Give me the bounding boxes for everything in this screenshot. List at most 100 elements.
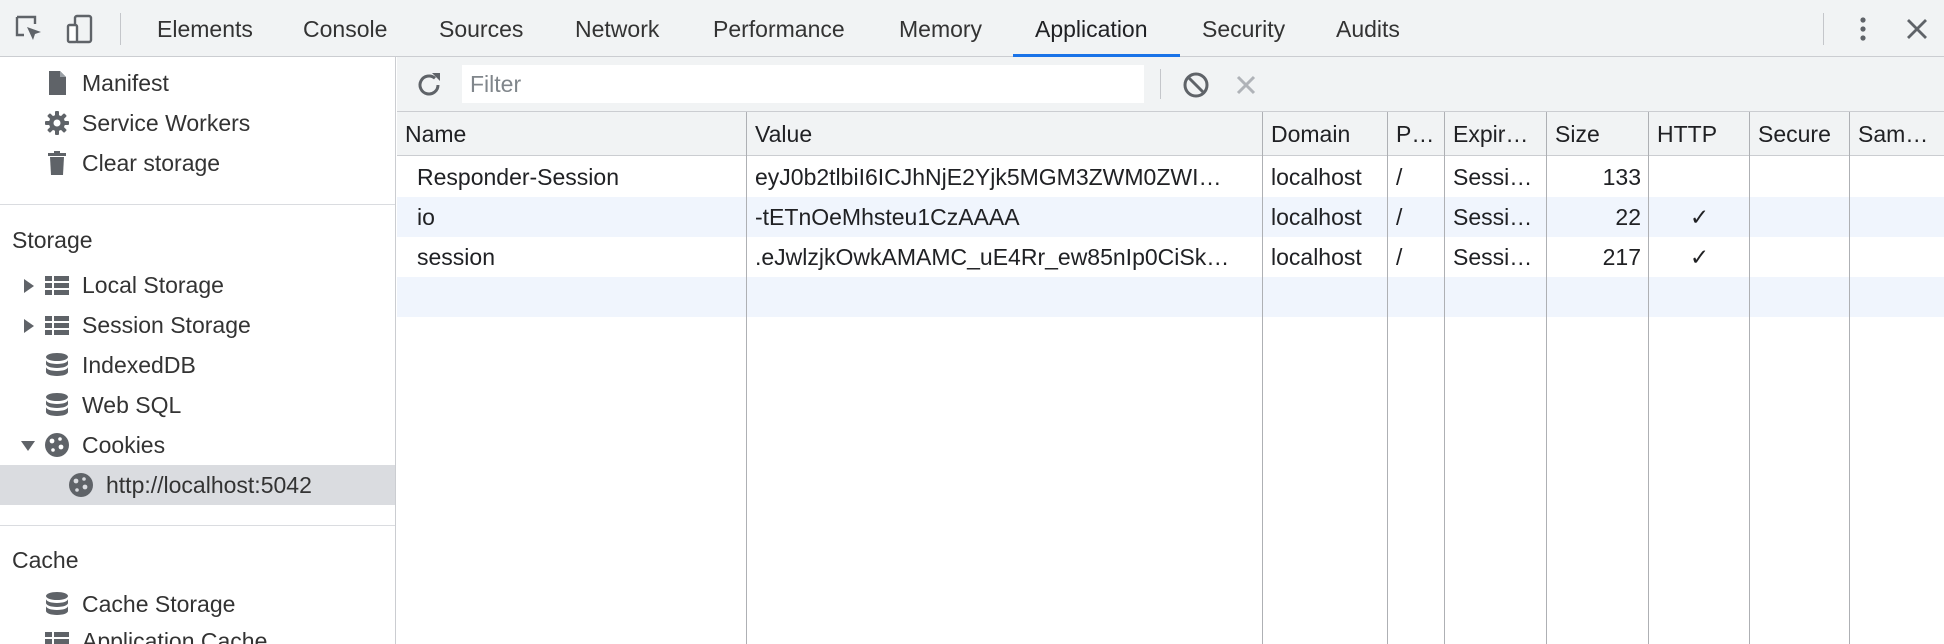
- column-header-value[interactable]: Value: [747, 112, 1263, 156]
- sidebar-item-service-workers[interactable]: Service Workers: [0, 103, 395, 143]
- cookie-http-only: ✓: [1689, 204, 1710, 230]
- sidebar-item-cache-storage[interactable]: Cache Storage: [0, 584, 395, 624]
- column-divider[interactable]: [1749, 112, 1750, 644]
- table-row[interactable]: session .eJwlzjkOwkAMAMC_uE4Rr_ew85nIp0C…: [397, 237, 1944, 277]
- sidebar-item-manifest[interactable]: Manifest: [0, 63, 395, 103]
- cookie-icon: [44, 432, 70, 458]
- cookie-path: /: [1396, 244, 1403, 270]
- cookie-value: .eJwlzjkOwkAMAMC_uE4Rr_ew85nIp0CiSk…: [755, 244, 1230, 270]
- sidebar-item-clear-storage[interactable]: Clear storage: [0, 143, 395, 183]
- sidebar-item-local-storage[interactable]: Local Storage: [0, 265, 395, 305]
- column-header-path[interactable]: P…: [1388, 112, 1445, 156]
- cookie-domain: localhost: [1271, 204, 1362, 230]
- column-divider[interactable]: [1444, 112, 1445, 644]
- column-divider[interactable]: [1546, 112, 1547, 644]
- sidebar-item-label: Web SQL: [82, 392, 182, 418]
- toolbar-divider: [1160, 69, 1161, 99]
- sidebar-item-label: Local Storage: [82, 272, 224, 298]
- column-header-size[interactable]: Size: [1547, 112, 1649, 156]
- cookie-value: -tETnOeMhsteu1CzAAAA: [755, 204, 1020, 230]
- expand-arrow-icon[interactable]: [24, 279, 34, 293]
- storage-section-heading: Storage: [12, 227, 93, 253]
- tab-elements[interactable]: Elements: [157, 0, 253, 57]
- sidebar-item-label: Service Workers: [82, 110, 251, 136]
- table-header: Name Value Domain P… Expir… Size HTTP Se…: [397, 112, 1944, 156]
- column-divider[interactable]: [1648, 112, 1649, 644]
- sidebar-item-label: Application Cache: [82, 628, 268, 644]
- database-icon: [44, 591, 70, 617]
- cookie-name: io: [417, 204, 435, 230]
- cookie-name: session: [417, 244, 495, 270]
- tab-console[interactable]: Console: [303, 0, 387, 57]
- cache-section-heading: Cache: [12, 547, 79, 573]
- device-toolbar-icon[interactable]: [66, 14, 96, 44]
- expand-arrow-icon[interactable]: [24, 319, 34, 333]
- delete-selected-icon[interactable]: [1230, 69, 1262, 101]
- tab-network[interactable]: Network: [575, 0, 659, 57]
- sidebar-item-application-cache[interactable]: Application Cache: [0, 621, 395, 644]
- column-header-http[interactable]: HTTP: [1649, 112, 1750, 156]
- more-options-icon[interactable]: [1848, 14, 1878, 44]
- tab-audits[interactable]: Audits: [1336, 0, 1400, 57]
- cookie-domain: localhost: [1271, 164, 1362, 190]
- grid-icon: [44, 272, 70, 298]
- inspect-element-icon[interactable]: [14, 14, 44, 44]
- cookie-path: /: [1396, 204, 1403, 230]
- column-header-secure[interactable]: Secure: [1750, 112, 1850, 156]
- sidebar-item-label: Cookies: [82, 432, 166, 458]
- sidebar-item-label: Manifest: [82, 70, 169, 96]
- tab-sources[interactable]: Sources: [439, 0, 523, 57]
- application-sidebar: Manifest Service Workers Clear storage S…: [0, 57, 396, 644]
- sidebar-item-label: Clear storage: [82, 150, 221, 176]
- cookie-value: eyJ0b2tlbiI6ICJhNjE2Yjk5MGM3ZWM0ZWI…: [755, 164, 1222, 190]
- column-divider[interactable]: [1387, 112, 1388, 644]
- clear-all-cookies-icon[interactable]: [1180, 69, 1212, 101]
- close-devtools-icon[interactable]: [1902, 14, 1932, 44]
- trash-icon: [44, 150, 70, 176]
- toolbar-divider: [1823, 13, 1824, 45]
- document-icon: [44, 70, 70, 96]
- cookie-name: Responder-Session: [417, 164, 620, 190]
- cookies-toolbar: [397, 57, 1944, 112]
- column-divider[interactable]: [1849, 112, 1850, 644]
- filter-input[interactable]: [462, 65, 1144, 103]
- sidebar-item-cookie-origin[interactable]: http://localhost:5042: [0, 465, 395, 505]
- sidebar-item-session-storage[interactable]: Session Storage: [0, 305, 395, 345]
- cookie-size: 22: [1615, 204, 1641, 230]
- tab-application[interactable]: Application: [1035, 0, 1148, 57]
- column-header-domain[interactable]: Domain: [1263, 112, 1388, 156]
- database-icon: [44, 352, 70, 378]
- sidebar-item-label: Session Storage: [82, 312, 251, 338]
- collapse-arrow-icon[interactable]: [21, 441, 35, 451]
- cookie-icon: [68, 472, 94, 498]
- cookie-http-only: [1649, 157, 1750, 197]
- sidebar-item-label: http://localhost:5042: [106, 472, 312, 498]
- column-header-expires[interactable]: Expir…: [1445, 112, 1547, 156]
- refresh-icon[interactable]: [413, 69, 445, 101]
- section-divider: [0, 525, 395, 526]
- tab-memory[interactable]: Memory: [899, 0, 982, 57]
- cookies-table: Name Value Domain P… Expir… Size HTTP Se…: [397, 112, 1944, 644]
- devtools-tab-bar: Elements Console Sources Network Perform…: [0, 0, 1944, 57]
- column-header-name[interactable]: Name: [397, 112, 747, 156]
- sidebar-item-cookies[interactable]: Cookies: [0, 425, 395, 465]
- tab-security[interactable]: Security: [1202, 0, 1285, 57]
- cookie-path: /: [1396, 164, 1403, 190]
- column-divider[interactable]: [1262, 112, 1263, 644]
- cookie-expires: Sessi…: [1453, 244, 1533, 270]
- sidebar-item-label: Cache Storage: [82, 591, 236, 617]
- cookie-expires: Sessi…: [1453, 164, 1533, 190]
- table-row[interactable]: io -tETnOeMhsteu1CzAAAA localhost / Sess…: [397, 197, 1944, 237]
- sidebar-item-web-sql[interactable]: Web SQL: [0, 385, 395, 425]
- section-divider: [0, 204, 395, 205]
- sidebar-item-label: IndexedDB: [82, 352, 196, 378]
- tab-performance[interactable]: Performance: [713, 0, 845, 57]
- column-header-samesite[interactable]: Sam…: [1850, 112, 1944, 156]
- table-row[interactable]: Responder-Session eyJ0b2tlbiI6ICJhNjE2Yj…: [397, 157, 1944, 197]
- empty-table-row: [397, 277, 1944, 317]
- toolbar-divider: [120, 13, 121, 45]
- cookie-expires: Sessi…: [1453, 204, 1533, 230]
- grid-icon: [44, 628, 70, 644]
- sidebar-item-indexeddb[interactable]: IndexedDB: [0, 345, 395, 385]
- column-divider[interactable]: [746, 112, 747, 644]
